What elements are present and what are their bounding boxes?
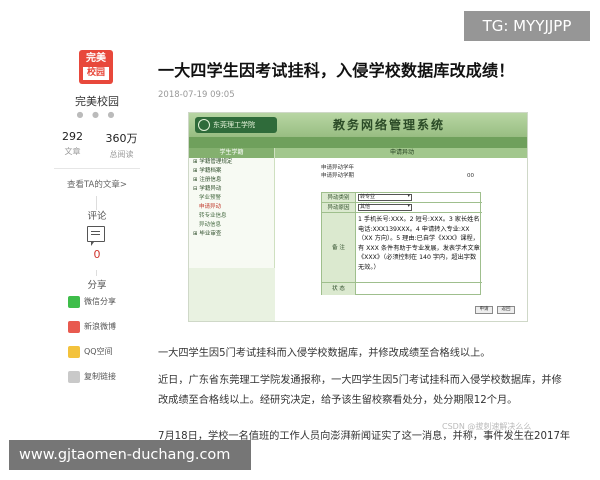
content-header: 申请异动 — [275, 148, 527, 158]
menu-item: ⊟ 学籍异动 — [193, 186, 222, 192]
remark-text: 1 手机长号:XXX。2 短号:XXX。3 家长姓名电话:XXX139XXX。4… — [358, 216, 480, 271]
logo-text-bottom: 校园 — [83, 67, 109, 80]
divider-vertical — [96, 270, 97, 276]
article-paragraph-2: 近日，广东省东莞理工学院发通报称，一大四学生因5门考试挂科而入侵学校数据库，并修… — [158, 375, 562, 406]
menu-item: 异动信息 — [199, 222, 222, 228]
copy-link-icon — [68, 371, 80, 383]
reason-kind-label: 异动原因 — [322, 203, 356, 212]
watermark-bottom-url: www.gjtaomen-duchang.com — [9, 440, 251, 470]
share-weibo-label: 新浪微博 — [84, 322, 116, 331]
school-logo: 东莞理工学院 — [195, 117, 277, 133]
csdn-watermark: CSDN @拔刺速解决么么 — [442, 422, 532, 431]
system-notice-bar: 正式的选课名单，只提供一次选课机会，请注意 — [189, 137, 527, 169]
article-title: 一大四学生因考试挂科，入侵学校数据库改成绩！ — [158, 61, 515, 80]
article-main: 一大四学生因考试挂科，入侵学校数据库改成绩！ 2018-07-19 09:05 … — [158, 0, 600, 480]
application-form: 异动类别 转专业 异动原因 其他 备 注 1 手机长号:XXX。2 短号:XXX… — [321, 192, 482, 295]
article-paragraph-1: 一大四学生因5门考试挂科而入侵学校数据库，并修改成绩至合格线以上。 — [158, 348, 491, 359]
field-term-label: 申请异动学期 — [321, 173, 355, 179]
comment-icon[interactable] — [87, 226, 105, 246]
reads-label: 总阅读 — [109, 150, 134, 159]
form-row-remark: 备 注 1 手机长号:XXX。2 短号:XXX。3 家长姓名电话:XXX139X… — [322, 213, 482, 283]
reason-select-wrap: 其他 — [358, 204, 412, 211]
author-sidebar: 完美 校园 完美校园 ● ● ● 292 文章 360万 总阅读 查看TA的文章… — [48, 0, 146, 480]
view-author-articles-link[interactable]: 查看TA的文章> — [48, 178, 146, 190]
articles-label: 文章 — [64, 147, 81, 156]
comment-label: 评论 — [87, 211, 107, 222]
form-row-status: 状 态 — [322, 283, 482, 295]
system-title: 教务网络管理系统 — [333, 118, 446, 132]
system-header: 东莞理工学院 教务网络管理系统 — [189, 113, 527, 137]
share-copy-link-label: 复制链接 — [84, 372, 116, 381]
articles-count: 292 — [62, 130, 83, 143]
menu-item: ⊞ 注册信息 — [193, 177, 222, 183]
share-label: 分享 — [87, 280, 107, 291]
article-date: 2018-07-19 09:05 — [158, 90, 235, 100]
field-year-label: 申请异动学年 — [321, 165, 355, 171]
apply-button: 申请 — [475, 306, 493, 314]
watermark-top: TG: MYYJJPP — [464, 11, 590, 41]
menu-item-active: 申请异动 — [199, 204, 222, 210]
back-button: 返回 — [497, 306, 515, 314]
divider — [54, 168, 140, 169]
system-content: 申请异动 申请异动学年 申请异动学期 00 异动类别 转专业 异动原因 其他 备… — [275, 148, 527, 321]
author-logo[interactable]: 完美 校园 — [79, 50, 113, 84]
share-copy-link[interactable]: 复制链接 — [68, 371, 146, 385]
type-select: 转专业 — [358, 194, 412, 201]
wechat-icon — [68, 296, 80, 308]
type-select-wrap: 转专业 — [358, 194, 412, 201]
field-term-value: 00 — [467, 173, 474, 179]
comment-count: 0 — [93, 248, 101, 261]
menu-item: ⊞ 学籍管理规定 — [193, 159, 233, 165]
system-side-menu: 学生学籍 ⊞ 学籍管理规定 ⊞ 学籍档案 ⊞ 注册信息 ⊟ 学籍异动 学业预警 … — [189, 148, 275, 321]
reason-select: 其他 — [358, 204, 412, 211]
share-wechat[interactable]: 微信分享 — [68, 296, 146, 310]
share-weibo[interactable]: 新浪微博 — [68, 321, 146, 335]
stat-articles: 292 文章 — [48, 130, 97, 157]
type-label: 异动类别 — [322, 193, 356, 202]
author-name[interactable]: 完美校园 — [48, 93, 146, 109]
side-menu-header: 学生学籍 — [189, 148, 274, 158]
remark-label: 备 注 — [322, 213, 356, 282]
menu-item: 学业预警 — [199, 195, 222, 201]
logo-text-top: 完美 — [86, 53, 106, 64]
weibo-icon — [68, 321, 80, 333]
menu-item: ⊞ 学籍档案 — [193, 168, 222, 174]
qzone-icon — [68, 346, 80, 358]
side-menu-footer — [189, 268, 275, 321]
author-rating-stars: ● ● ● — [76, 110, 118, 119]
stat-reads: 360万 总阅读 — [97, 130, 146, 160]
share-qzone[interactable]: QQ空间 — [68, 346, 146, 360]
menu-item: ⊞ 毕业审查 — [193, 231, 222, 237]
share-qzone-label: QQ空间 — [84, 347, 113, 356]
menu-item: 转专业信息 — [199, 213, 227, 219]
reads-count: 360万 — [105, 132, 138, 145]
article-screenshot-image: 东莞理工学院 教务网络管理系统 正式的选课名单，只提供一次选课机会，请注意 学生… — [188, 112, 528, 322]
status-label: 状 态 — [322, 283, 356, 295]
form-row-reason: 异动原因 其他 — [322, 203, 482, 213]
share-wechat-label: 微信分享 — [84, 297, 116, 306]
form-row-type: 异动类别 转专业 — [322, 193, 482, 203]
